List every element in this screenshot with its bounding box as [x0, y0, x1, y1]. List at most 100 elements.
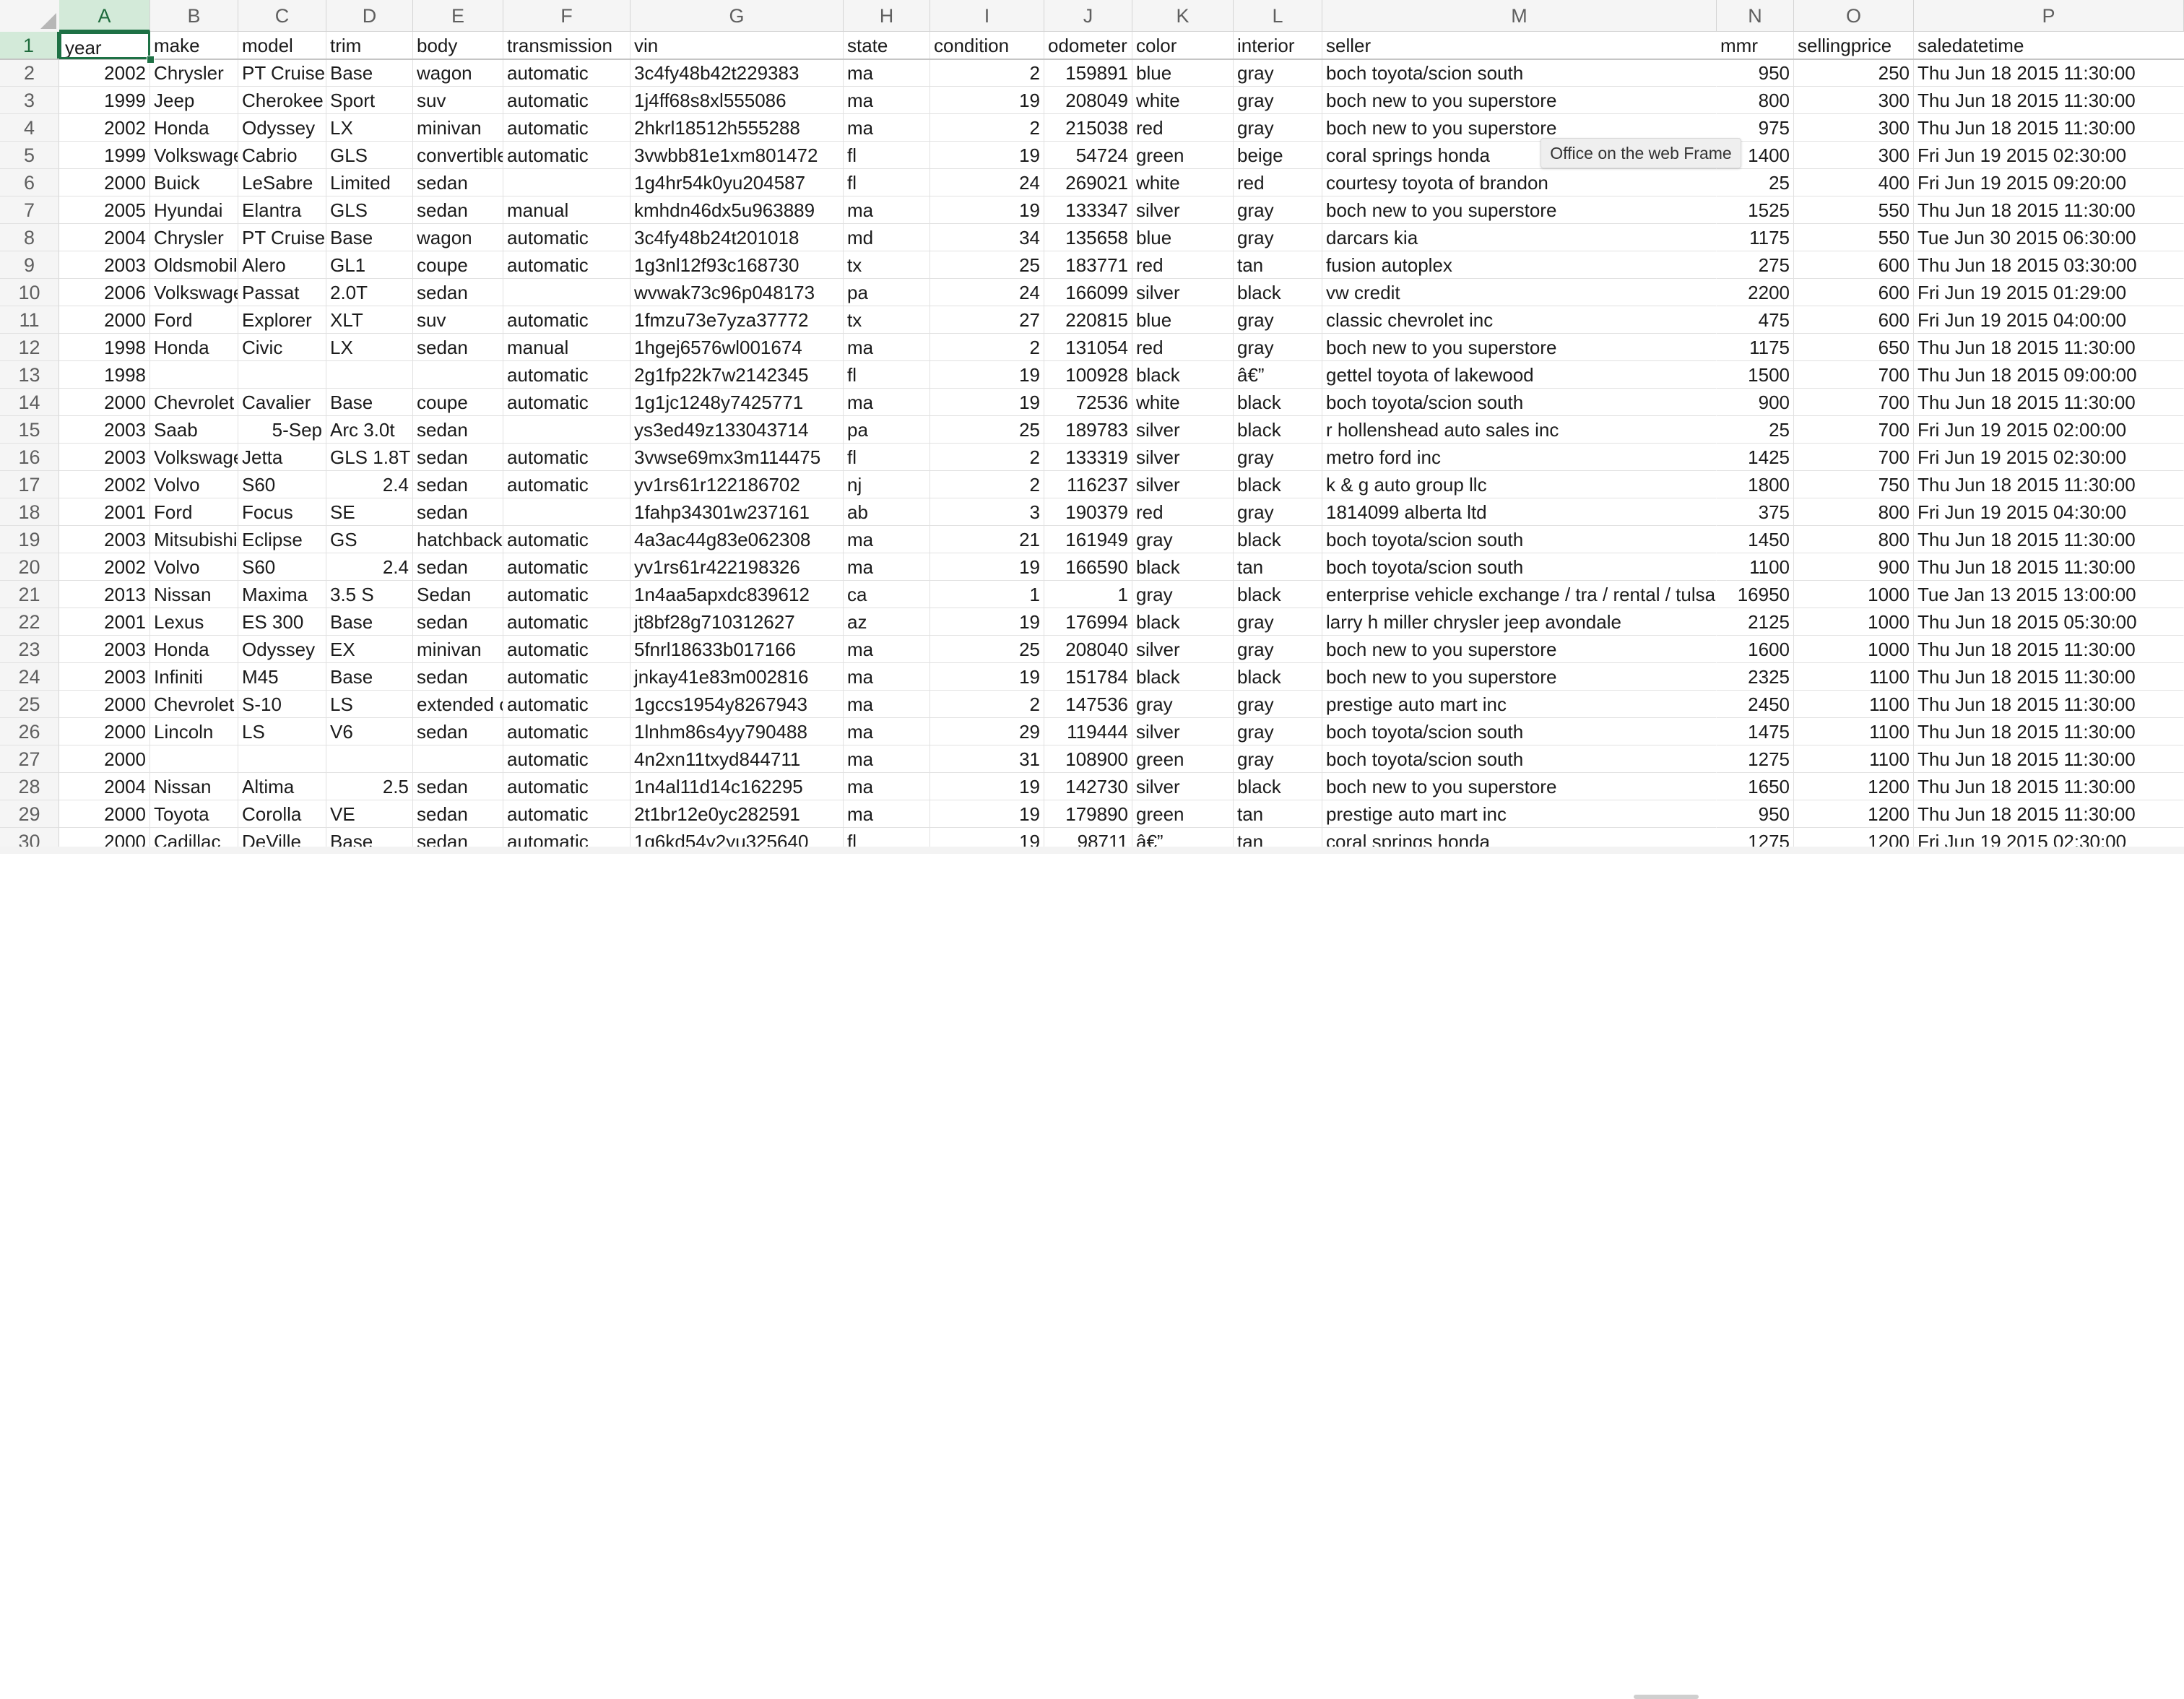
cell-vin[interactable]: 1fmzu73e7yza37772 — [630, 306, 844, 334]
cell-transmission[interactable]: automatic — [503, 691, 630, 718]
cell-odometer[interactable]: 220815 — [1044, 306, 1132, 334]
cell-model[interactable]: PT Cruiser — [238, 224, 326, 251]
cell-model[interactable]: Corolla — [238, 800, 326, 828]
cell-year[interactable]: 2002 — [59, 471, 150, 498]
cell-state[interactable]: md — [844, 224, 930, 251]
cell-seller[interactable]: k & g auto group llc — [1322, 471, 1717, 498]
cell-year[interactable]: 2003 — [59, 444, 150, 471]
cell-saledatetime[interactable]: Fri Jun 19 2015 04:30:00 — [1914, 498, 2184, 526]
cell-make[interactable]: Ford — [150, 306, 238, 334]
cell-seller[interactable]: boch toyota/scion south — [1322, 745, 1717, 773]
cell-make[interactable]: Chrysler — [150, 59, 238, 87]
cell-vin[interactable]: 1n4aa5apxdc839612 — [630, 581, 844, 608]
row-header-15[interactable]: 15 — [0, 416, 59, 444]
cell-odometer[interactable]: 190379 — [1044, 498, 1132, 526]
cell-year[interactable]: 2000 — [59, 691, 150, 718]
cell-model[interactable]: Odyssey — [238, 636, 326, 663]
cell-year[interactable]: 1999 — [59, 142, 150, 169]
cell-seller[interactable]: fusion autoplex — [1322, 251, 1717, 279]
cell-model[interactable]: Alero — [238, 251, 326, 279]
cell-year[interactable]: 2006 — [59, 279, 150, 306]
column-header-f[interactable]: F — [503, 0, 630, 32]
cell-seller[interactable]: prestige auto mart inc — [1322, 800, 1717, 828]
cell-seller[interactable]: boch toyota/scion south — [1322, 389, 1717, 416]
cell-color[interactable]: red — [1132, 251, 1234, 279]
cell-condition[interactable]: 31 — [930, 745, 1044, 773]
cell-odometer[interactable]: 151784 — [1044, 663, 1132, 691]
cell-vin[interactable]: 3vwbb81e1xm801472 — [630, 142, 844, 169]
cell-vin[interactable]: 2g1fp22k7w2142345 — [630, 361, 844, 389]
cell-saledatetime[interactable]: Thu Jun 18 2015 11:30:00 — [1914, 389, 2184, 416]
cell-interior[interactable]: black — [1234, 389, 1322, 416]
cell-odometer[interactable]: 72536 — [1044, 389, 1132, 416]
cell-year[interactable]: 1999 — [59, 87, 150, 114]
cell-saledatetime[interactable]: Fri Jun 19 2015 02:30:00 — [1914, 142, 2184, 169]
cell-mmr[interactable]: 25 — [1717, 169, 1794, 196]
cell-mmr[interactable]: 2450 — [1717, 691, 1794, 718]
cell-state[interactable]: nj — [844, 471, 930, 498]
cell-interior[interactable]: red — [1234, 169, 1322, 196]
column-header-i[interactable]: I — [930, 0, 1044, 32]
cell-color[interactable]: black — [1132, 608, 1234, 636]
cell-condition[interactable]: 25 — [930, 636, 1044, 663]
cell-interior[interactable]: black — [1234, 416, 1322, 444]
cell-trim[interactable]: VE — [326, 800, 413, 828]
header-cell-body[interactable]: body — [413, 32, 503, 59]
cell-trim[interactable]: Arc 3.0t — [326, 416, 413, 444]
column-header-c[interactable]: C — [238, 0, 326, 32]
cell-seller[interactable]: r hollenshead auto sales inc — [1322, 416, 1717, 444]
cell-condition[interactable]: 19 — [930, 389, 1044, 416]
cell-mmr[interactable]: 275 — [1717, 251, 1794, 279]
cell-seller[interactable]: boch toyota/scion south — [1322, 553, 1717, 581]
cell-body[interactable]: minivan — [413, 114, 503, 142]
cell-color[interactable]: black — [1132, 663, 1234, 691]
cell-condition[interactable]: 21 — [930, 526, 1044, 553]
cell-trim[interactable]: 2.5 — [326, 773, 413, 800]
cell-sellingprice[interactable]: 250 — [1794, 59, 1914, 87]
cell-mmr[interactable]: 2125 — [1717, 608, 1794, 636]
row-header-23[interactable]: 23 — [0, 636, 59, 663]
cell-odometer[interactable]: 147536 — [1044, 691, 1132, 718]
cell-mmr[interactable]: 1800 — [1717, 471, 1794, 498]
cell-make[interactable]: Oldsmobile — [150, 251, 238, 279]
cell-vin[interactable]: 4n2xn11txyd844711 — [630, 745, 844, 773]
cell-condition[interactable]: 19 — [930, 663, 1044, 691]
cell-saledatetime[interactable]: Fri Jun 19 2015 01:29:00 — [1914, 279, 2184, 306]
cell-make[interactable]: Nissan — [150, 581, 238, 608]
cell-body[interactable]: coupe — [413, 251, 503, 279]
cell-sellingprice[interactable]: 900 — [1794, 553, 1914, 581]
cell-transmission[interactable]: automatic — [503, 663, 630, 691]
cell-color[interactable]: white — [1132, 169, 1234, 196]
cell-saledatetime[interactable]: Thu Jun 18 2015 11:30:00 — [1914, 59, 2184, 87]
cell-interior[interactable]: gray — [1234, 196, 1322, 224]
cell-make[interactable]: Infiniti — [150, 663, 238, 691]
cell-sellingprice[interactable]: 1100 — [1794, 718, 1914, 745]
cell-transmission[interactable]: automatic — [503, 526, 630, 553]
cell-trim[interactable]: Base — [326, 663, 413, 691]
cell-body[interactable] — [413, 745, 503, 773]
horizontal-scrollbar[interactable] — [0, 847, 2184, 1699]
cell-color[interactable]: black — [1132, 553, 1234, 581]
row-header-7[interactable]: 7 — [0, 196, 59, 224]
cell-state[interactable]: ma — [844, 114, 930, 142]
cell-state[interactable]: pa — [844, 416, 930, 444]
cell-model[interactable]: Eclipse — [238, 526, 326, 553]
cell-interior[interactable]: gray — [1234, 691, 1322, 718]
cell-seller[interactable]: boch new to you superstore — [1322, 773, 1717, 800]
cell-saledatetime[interactable]: Fri Jun 19 2015 02:30:00 — [1914, 444, 2184, 471]
cell-transmission[interactable]: automatic — [503, 59, 630, 87]
cell-sellingprice[interactable]: 400 — [1794, 169, 1914, 196]
cell-mmr[interactable]: 375 — [1717, 498, 1794, 526]
spreadsheet-grid[interactable]: A B C D E F G H I J K L M N O P 1 year make model trim body tr… — [0, 0, 2184, 854]
cell-year[interactable]: 2000 — [59, 389, 150, 416]
cell-year[interactable]: 2004 — [59, 773, 150, 800]
cell-vin[interactable]: jnkay41e83m002816 — [630, 663, 844, 691]
cell-odometer[interactable]: 161949 — [1044, 526, 1132, 553]
row-header-17[interactable]: 17 — [0, 471, 59, 498]
row-header-21[interactable]: 21 — [0, 581, 59, 608]
cell-model[interactable]: ES 300 — [238, 608, 326, 636]
cell-color[interactable]: silver — [1132, 444, 1234, 471]
cell-year[interactable]: 2000 — [59, 306, 150, 334]
cell-color[interactable]: silver — [1132, 636, 1234, 663]
cell-trim[interactable]: LX — [326, 334, 413, 361]
